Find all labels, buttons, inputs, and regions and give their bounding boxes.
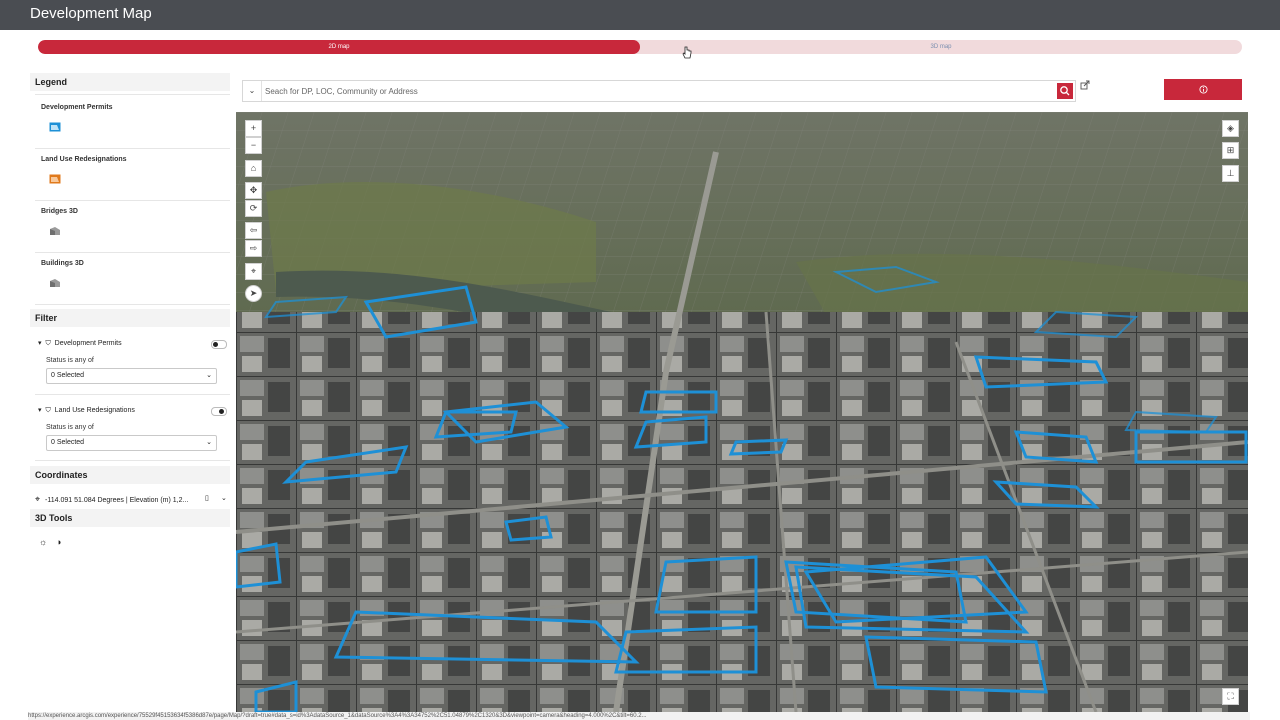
- compass-icon[interactable]: ➤: [245, 285, 262, 302]
- page-right-margin: [1250, 30, 1280, 720]
- app-titlebar: Development Map: [0, 0, 1280, 30]
- sidebar: Legend Development Permits Land Use Rede…: [30, 70, 230, 720]
- coordinates-value: -114.091 51.084 Degrees | Elevation (m) …: [45, 497, 189, 504]
- divider: [35, 200, 230, 201]
- filter-funnel-icon: ⛉: [45, 407, 51, 414]
- info-circle-icon: [1198, 85, 1208, 94]
- caret-down-icon[interactable]: ▾: [38, 407, 42, 414]
- select-value: 0 Selected: [51, 439, 85, 446]
- filter-header: Filter: [30, 309, 230, 327]
- chevron-down-icon: ⌄: [206, 439, 212, 446]
- measure-icon[interactable]: ⊥: [1222, 165, 1239, 182]
- polygon-orange-icon: [49, 174, 61, 184]
- divider: [35, 148, 230, 149]
- divider: [35, 394, 230, 395]
- filter-condition-label: Status is any of: [46, 424, 94, 431]
- building-3d-icon: [50, 227, 60, 235]
- divider: [35, 94, 230, 95]
- info-button[interactable]: [1164, 79, 1242, 100]
- chevron-down-icon: ⌄: [206, 372, 212, 379]
- layers-icon[interactable]: ◈: [1222, 120, 1239, 137]
- legend-item-development-permits: Development Permits: [41, 104, 113, 111]
- caret-down-icon[interactable]: ▾: [38, 340, 42, 347]
- coordinates-readout: ⌖ -114.091 51.084 Degrees | Elevation (m…: [35, 492, 230, 506]
- tab-3d-map[interactable]: 3D map: [640, 40, 1242, 54]
- search-input[interactable]: [265, 81, 1053, 101]
- shadow-cast-icon[interactable]: ◑: [56, 537, 61, 547]
- polygon-blue-icon: [49, 122, 61, 132]
- status-select-land-use-redesignations[interactable]: 0 Selected ⌄: [46, 435, 217, 451]
- previous-extent-icon[interactable]: ⇦: [245, 222, 262, 239]
- fullscreen-icon[interactable]: ⛶: [1222, 688, 1239, 705]
- chevron-down-icon[interactable]: ⌄: [221, 492, 227, 506]
- search-source-dropdown[interactable]: ⌄: [243, 81, 262, 101]
- copy-icon[interactable]: ▯: [205, 492, 209, 506]
- search-icon: [1060, 86, 1070, 96]
- browser-status-url: https://experience.arcgis.com/experience…: [28, 712, 1250, 720]
- zoom-in-button[interactable]: +: [245, 120, 262, 137]
- legend-item-land-use-redesignations: Land Use Redesignations: [41, 156, 127, 163]
- legend-header: Legend: [30, 73, 230, 91]
- filter-group-development-permits[interactable]: ▾ ⛉ Development Permits: [38, 339, 122, 348]
- share-icon[interactable]: [1080, 80, 1090, 90]
- 3d-tools-header: 3D Tools: [30, 509, 230, 527]
- filter-group-title: Land Use Redesignations: [54, 407, 135, 414]
- filter-funnel-icon: ⛉: [45, 340, 51, 347]
- rotate-icon[interactable]: ⟳: [245, 200, 262, 217]
- divider: [35, 460, 230, 461]
- map-view-toggle[interactable]: 2D map 3D map: [38, 40, 1242, 54]
- filter-group-land-use-redesignations[interactable]: ▾ ⛉ Land Use Redesignations: [38, 406, 135, 415]
- filter-toggle-development-permits[interactable]: [211, 340, 227, 349]
- pan-icon[interactable]: ✥: [245, 182, 262, 199]
- aerial-scene[interactable]: [236, 112, 1248, 712]
- building-3d-icon: [50, 279, 60, 287]
- locate-icon[interactable]: ⌖: [245, 263, 262, 280]
- filter-group-title: Development Permits: [54, 340, 122, 347]
- app-title: Development Map: [30, 5, 152, 22]
- zoom-out-button[interactable]: −: [245, 137, 262, 154]
- map-3d-viewport[interactable]: + − ⌂ ✥ ⟳ ⇦ ⇨ ⌖ ➤ ◈ ⊞ ⊥ ⛶: [236, 112, 1248, 712]
- divider: [35, 252, 230, 253]
- divider: [35, 304, 230, 305]
- home-icon[interactable]: ⌂: [245, 160, 262, 177]
- pointer-hand-icon: [682, 46, 692, 59]
- coordinates-header: Coordinates: [30, 466, 230, 484]
- daylight-icon[interactable]: ☼: [39, 537, 47, 547]
- search-bar: ⌄: [242, 80, 1076, 102]
- search-button[interactable]: [1057, 83, 1073, 99]
- status-select-development-permits[interactable]: 0 Selected ⌄: [46, 368, 217, 384]
- next-extent-icon[interactable]: ⇨: [245, 240, 262, 257]
- tab-2d-map[interactable]: 2D map: [38, 40, 640, 54]
- crosshair-icon[interactable]: ⌖: [35, 494, 40, 504]
- filter-toggle-land-use-redesignations[interactable]: [211, 407, 227, 416]
- filter-condition-label: Status is any of: [46, 357, 94, 364]
- legend-item-buildings-3d: Buildings 3D: [41, 260, 84, 267]
- basemap-gallery-icon[interactable]: ⊞: [1222, 142, 1239, 159]
- chevron-down-icon: ⌄: [248, 86, 256, 95]
- select-value: 0 Selected: [51, 372, 85, 379]
- legend-item-bridges-3d: Bridges 3D: [41, 208, 78, 215]
